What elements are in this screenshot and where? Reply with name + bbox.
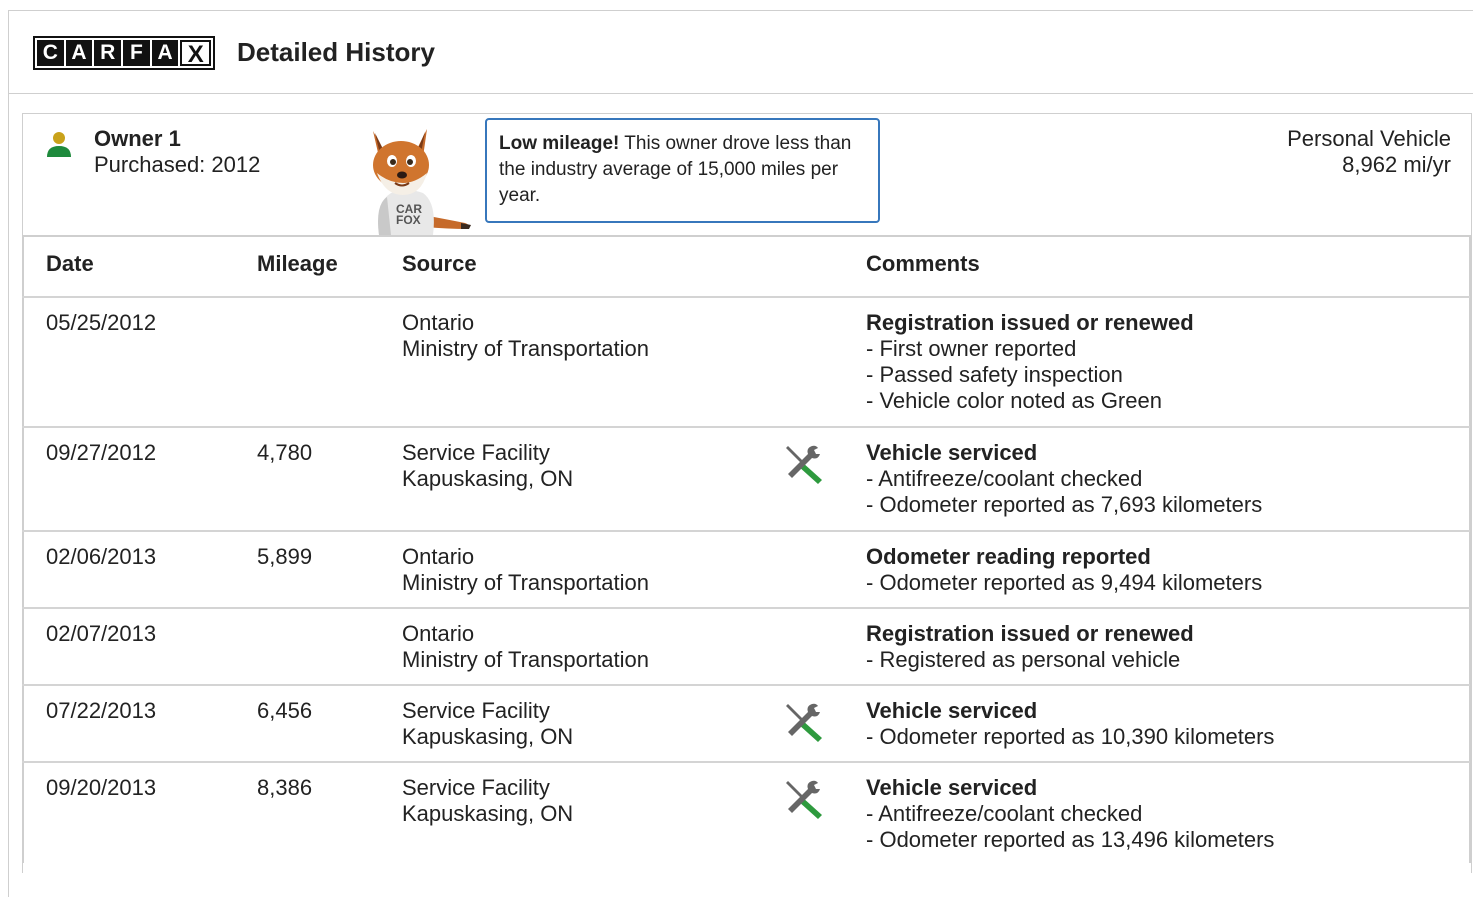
owner-name: Owner 1: [94, 126, 181, 151]
table-row: 09/20/2013 8,386 Service Facility Kapuskasi…: [22, 763, 1470, 869]
comment-title: Odometer reading reported: [866, 544, 1151, 569]
row-comments: Registration issued or renewedFirst owne…: [866, 310, 1194, 414]
comment-line: Registered as personal vehicle: [866, 647, 1194, 673]
person-icon: [47, 132, 71, 157]
logo-letter: A: [65, 40, 93, 66]
page-title: Detailed History: [237, 37, 435, 67]
low-mileage-callout: Low mileage! This owner drove less than …: [485, 118, 880, 223]
row-source: Service Facility Kapuskasing, ON: [402, 698, 573, 750]
row-mileage: 4,780: [257, 440, 313, 465]
comment-line: Odometer reported as 10,390 kilometers: [866, 724, 1274, 750]
miles-per-year: 8,962 mi/yr: [1342, 152, 1451, 177]
column-header-date: Date: [46, 251, 94, 276]
comment-title: Vehicle serviced: [866, 440, 1038, 465]
comment-line: First owner reported: [866, 336, 1194, 362]
row-source: Service Facility Kapuskasing, ON: [402, 775, 573, 827]
source-line: Ontario: [402, 310, 475, 335]
row-source: Ontario Ministry of Transportation: [402, 544, 649, 596]
table-row: 05/25/2012 Ontario Ministry of Transportat…: [22, 298, 1470, 428]
logo-letter: A: [151, 40, 179, 66]
logo-letter: X: [180, 40, 212, 68]
row-comments: Registration issued or renewedRegistered…: [866, 621, 1194, 673]
row-comments: Vehicle servicedAntifreeze/coolant check…: [866, 775, 1274, 853]
comment-title: Registration issued or renewed: [866, 310, 1194, 335]
comment-title: Vehicle serviced: [866, 698, 1038, 723]
comment-line: Odometer reported as 7,693 kilometers: [866, 492, 1262, 518]
comment-line: Passed safety inspection: [866, 362, 1194, 388]
column-header-source: Source: [402, 251, 477, 276]
table-header-row: Date Mileage Source Comments: [22, 237, 1470, 298]
service-wrench-icon: [786, 780, 822, 819]
table-body: 05/25/2012 Ontario Ministry of Transportat…: [22, 298, 1470, 869]
source-line: Kapuskasing, ON: [402, 466, 574, 491]
row-comments: Vehicle servicedAntifreeze/coolant check…: [866, 440, 1262, 518]
service-wrench-icon: [786, 703, 822, 742]
logo-letter: C: [37, 40, 64, 66]
table-row: 02/07/2013 Ontario Ministry of Transportat…: [22, 609, 1470, 686]
source-line: Ontario: [402, 621, 475, 646]
callout-bold: Low mileage!: [499, 133, 620, 154]
comment-line: Odometer reported as 13,496 kilometers: [866, 827, 1274, 853]
owner-purchased: Purchased: 2012: [94, 152, 261, 177]
comment-title: Registration issued or renewed: [866, 621, 1194, 646]
column-header-mileage: Mileage: [257, 251, 338, 276]
row-date: 09/27/2012: [46, 440, 157, 465]
row-date: 02/06/2013: [46, 544, 157, 569]
row-comments: Odometer reading reportedOdometer report…: [866, 544, 1262, 596]
source-line: Service Facility: [402, 440, 550, 465]
source-line: Ontario: [402, 544, 475, 569]
logo-letter: F: [123, 40, 150, 66]
row-date: 05/25/2012: [46, 310, 157, 335]
source-line: Ministry of Transportation: [402, 570, 649, 595]
row-source: Service Facility Kapuskasing, ON: [402, 440, 573, 492]
service-wrench-icon: [786, 445, 822, 484]
row-mileage: 5,899: [257, 544, 313, 569]
table-row: 09/27/2012 4,780 Service Facility Kapuskasi…: [22, 428, 1470, 532]
table-row: 07/22/2013 6,456 Service Facility Kapuskasi…: [22, 686, 1470, 763]
source-line: Ministry of Transportation: [402, 336, 649, 361]
source-line: Kapuskasing, ON: [402, 801, 574, 826]
comment-line: Antifreeze/coolant checked: [866, 801, 1274, 827]
comment-line: Odometer reported as 9,494 kilometers: [866, 570, 1262, 596]
vehicle-type: Personal Vehicle: [1287, 126, 1451, 151]
source-line: Service Facility: [402, 775, 550, 800]
comment-line: Antifreeze/coolant checked: [866, 466, 1262, 492]
source-line: Ministry of Transportation: [402, 647, 649, 672]
row-mileage: 8,386: [257, 775, 313, 800]
column-header-comments: Comments: [866, 251, 980, 276]
history-table: Date Mileage Source Comments 05/25/2012 O…: [22, 235, 1470, 869]
carfax-logo: C A R F A X: [33, 36, 215, 70]
carfox-mascot-icon: CAR FOX: [373, 129, 471, 235]
source-line: Service Facility: [402, 698, 550, 723]
comment-title: Vehicle serviced: [866, 775, 1038, 800]
row-mileage: 6,456: [257, 698, 313, 723]
row-source: Ontario Ministry of Transportation: [402, 310, 649, 362]
logo-letter: R: [94, 40, 122, 66]
report-header: C A R F A X Detailed History: [9, 11, 1473, 94]
row-comments: Vehicle servicedOdometer reported as 10,…: [866, 698, 1274, 750]
row-date: 09/20/2013: [46, 775, 157, 800]
comment-line: Vehicle color noted as Green: [866, 388, 1194, 414]
row-date: 02/07/2013: [46, 621, 157, 646]
source-line: Kapuskasing, ON: [402, 724, 574, 749]
row-source: Ontario Ministry of Transportation: [402, 621, 649, 673]
row-date: 07/22/2013: [46, 698, 157, 723]
table-row: 02/06/2013 5,899 Ontario Ministry of Transp…: [22, 532, 1470, 609]
fox-shirt-text: CAR FOX: [396, 202, 422, 227]
